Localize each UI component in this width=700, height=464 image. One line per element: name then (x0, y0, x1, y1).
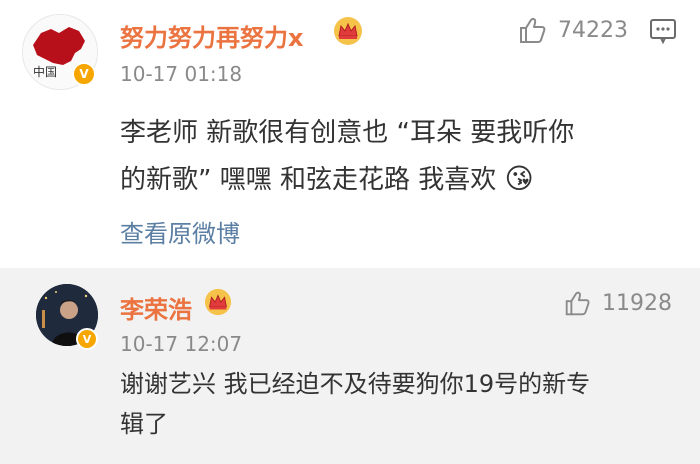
comment-card: 中国 V 努力努力再努力x 10-17 01:18 74223 李老师 新歌很有… (0, 0, 700, 268)
comment-timestamp: 10-17 01:18 (120, 62, 243, 86)
view-original-link[interactable]: 查看原微博 (120, 214, 240, 249)
verified-badge: V (72, 62, 96, 86)
comment-icon[interactable] (648, 16, 678, 50)
crown-icon (332, 16, 364, 50)
comment-text: 李老师 新歌很有创意也 “耳朵 要我听你 的新歌” 嘿嘿 和弦走花路 我喜欢 😘 (120, 110, 690, 203)
reply-timestamp: 10-17 12:07 (120, 332, 243, 356)
comment-text-line-2: 的新歌” 嘿嘿 和弦走花路 我喜欢 😘 (120, 156, 690, 203)
reply-text-line: 谢谢艺兴 我已经迫不及待要狗你19号的新专 (120, 370, 591, 398)
thumbs-up-icon (520, 18, 546, 43)
reply-username[interactable]: 李荣浩 (120, 290, 192, 325)
comment-username[interactable]: 努力努力再努力x (120, 18, 303, 53)
reply-text: 谢谢艺兴 我已经迫不及待要狗你19号的新专 辑了 (120, 364, 690, 444)
reply-card: V 李荣浩 10-17 12:07 11928 谢谢艺兴 我已经迫不及待要狗你1… (0, 268, 700, 464)
avatar-caption: 中国 (33, 65, 58, 79)
comment-text-line: 李老师 新歌很有创意也 “耳朵 要我听你 (120, 118, 575, 148)
reply-text-line: 辑了 (120, 410, 168, 438)
reply-like-count: 11928 (602, 290, 672, 316)
reply-like-button[interactable]: 11928 (562, 288, 672, 318)
comment-like-count: 74223 (558, 17, 628, 43)
verified-badge: V (76, 328, 98, 350)
comment-like-button[interactable]: 74223 (516, 14, 628, 46)
comment-text-line: 的新歌” 嘿嘿 和弦走花路 我喜欢 (120, 165, 497, 195)
crown-icon (203, 288, 233, 320)
kiss-emoji-icon: 😘 (504, 162, 534, 195)
thumbs-up-icon (565, 291, 590, 316)
